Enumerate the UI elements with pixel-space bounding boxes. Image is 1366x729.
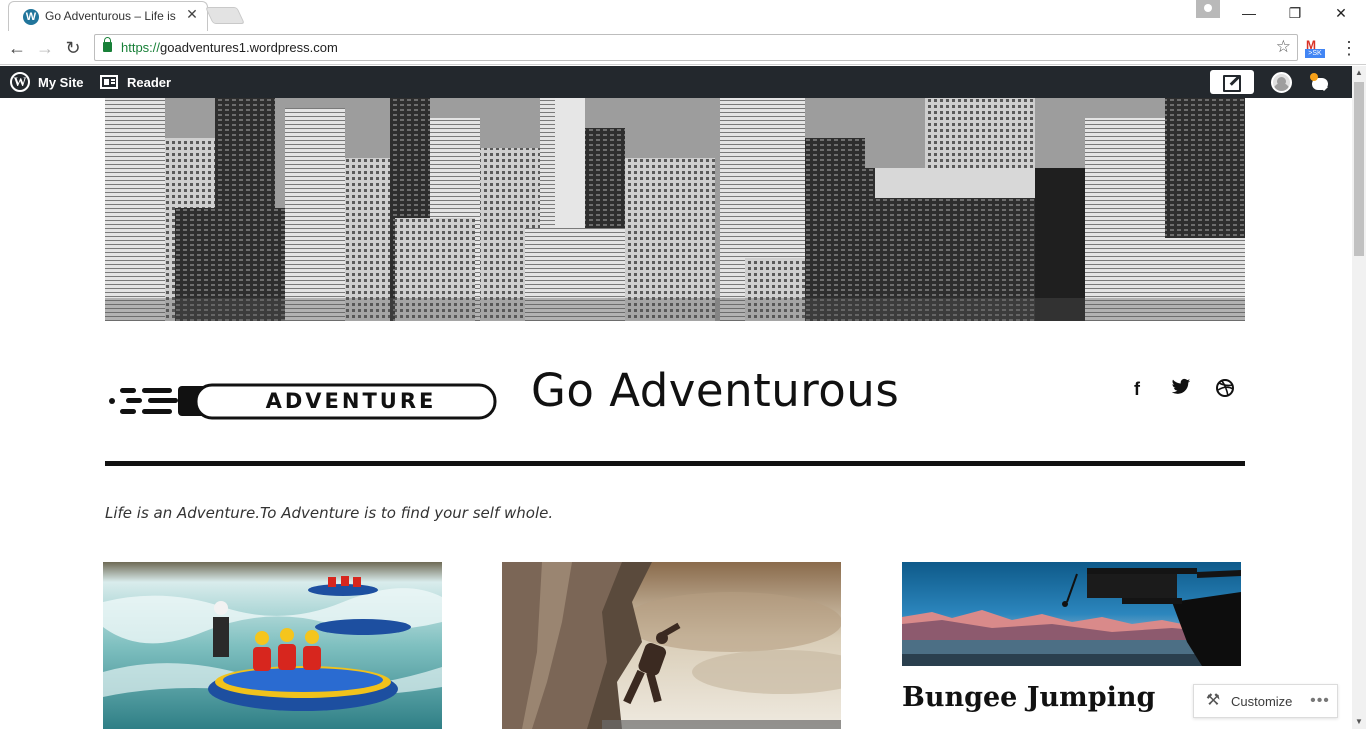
twitter-icon[interactable] — [1170, 378, 1192, 400]
site-logo[interactable]: ADVENTURE — [108, 381, 498, 421]
bungee-jumping-image — [902, 562, 1241, 666]
post-thumbnail-climbing[interactable] — [502, 562, 841, 729]
my-site-label: My Site — [38, 74, 84, 90]
customize-button[interactable]: Customize — [1231, 694, 1292, 709]
header-image — [105, 98, 1245, 321]
page-scrollbar[interactable]: ▲ ▼ — [1352, 66, 1366, 729]
customize-widget: ⚒ Customize ••• — [1193, 684, 1338, 718]
wordpress-favicon-icon: W — [23, 9, 39, 25]
reader-button[interactable]: Reader — [100, 66, 171, 98]
reload-icon[interactable]: ↻ — [62, 37, 84, 59]
site-title[interactable]: Go Adventurous — [531, 364, 899, 417]
scroll-thumb[interactable] — [1354, 82, 1364, 256]
forward-arrow-icon[interactable]: → — [34, 37, 56, 59]
write-post-button[interactable] — [1210, 70, 1254, 94]
browser-toolbar: ← → ↻ https://goadventures1.wordpress.co… — [0, 31, 1366, 65]
dribbble-icon[interactable] — [1214, 378, 1236, 400]
profile-icon[interactable] — [1196, 0, 1220, 18]
post-thumbnail-rafting[interactable] — [103, 562, 442, 729]
reader-icon — [100, 75, 118, 89]
rafting-image — [103, 562, 442, 729]
close-tab-icon[interactable]: ✕ — [184, 6, 200, 22]
address-bar[interactable]: https://goadventures1.wordpress.com ☆ — [94, 34, 1298, 61]
new-tab-button[interactable] — [205, 7, 245, 24]
notifications-icon[interactable] — [1310, 73, 1330, 93]
city-skyline-image — [105, 98, 1245, 321]
scroll-down-arrow-icon[interactable]: ▼ — [1352, 715, 1366, 729]
notification-dot — [1310, 73, 1318, 81]
post-title-bungee[interactable]: Bungee Jumping — [902, 682, 1155, 713]
restore-button[interactable]: ❐ — [1283, 3, 1307, 23]
wordpress-logo-icon: W — [10, 72, 30, 92]
minimize-button[interactable]: — — [1237, 3, 1261, 23]
logo-text: ADVENTURE — [265, 389, 437, 413]
bookmark-star-icon[interactable]: ☆ — [1276, 37, 1291, 57]
customize-tools-icon[interactable]: ⚒ — [1204, 692, 1222, 710]
wp-admin-bar: W My Site Reader — [0, 66, 1352, 98]
facebook-icon[interactable]: f — [1126, 378, 1148, 400]
scroll-up-arrow-icon[interactable]: ▲ — [1352, 66, 1366, 80]
lock-icon — [103, 37, 112, 52]
gmail-extension-icon[interactable]: M >SK — [1305, 38, 1325, 58]
my-site-button[interactable]: W My Site — [10, 66, 84, 98]
browser-tab[interactable]: W Go Adventurous – Life is ✕ — [8, 1, 208, 31]
tab-title: Go Adventurous – Life is — [45, 9, 176, 23]
rock-climbing-image — [502, 562, 841, 729]
header-divider — [105, 461, 1245, 466]
close-window-button[interactable]: ✕ — [1329, 3, 1353, 23]
avatar[interactable] — [1271, 72, 1292, 93]
chrome-menu-icon[interactable]: ⋮ — [1340, 37, 1358, 59]
site-tagline: Life is an Adventure.To Adventure is to … — [105, 504, 554, 522]
post-thumbnail-bungee[interactable] — [902, 562, 1241, 666]
back-arrow-icon[interactable]: ← — [6, 37, 28, 59]
url-text: https://goadventures1.wordpress.com — [121, 40, 338, 55]
extension-badge: >SK — [1305, 49, 1325, 58]
more-options-icon[interactable]: ••• — [1308, 691, 1332, 711]
reader-label: Reader — [127, 74, 172, 90]
tab-strip: W Go Adventurous – Life is ✕ — ❐ ✕ — [0, 0, 1366, 31]
